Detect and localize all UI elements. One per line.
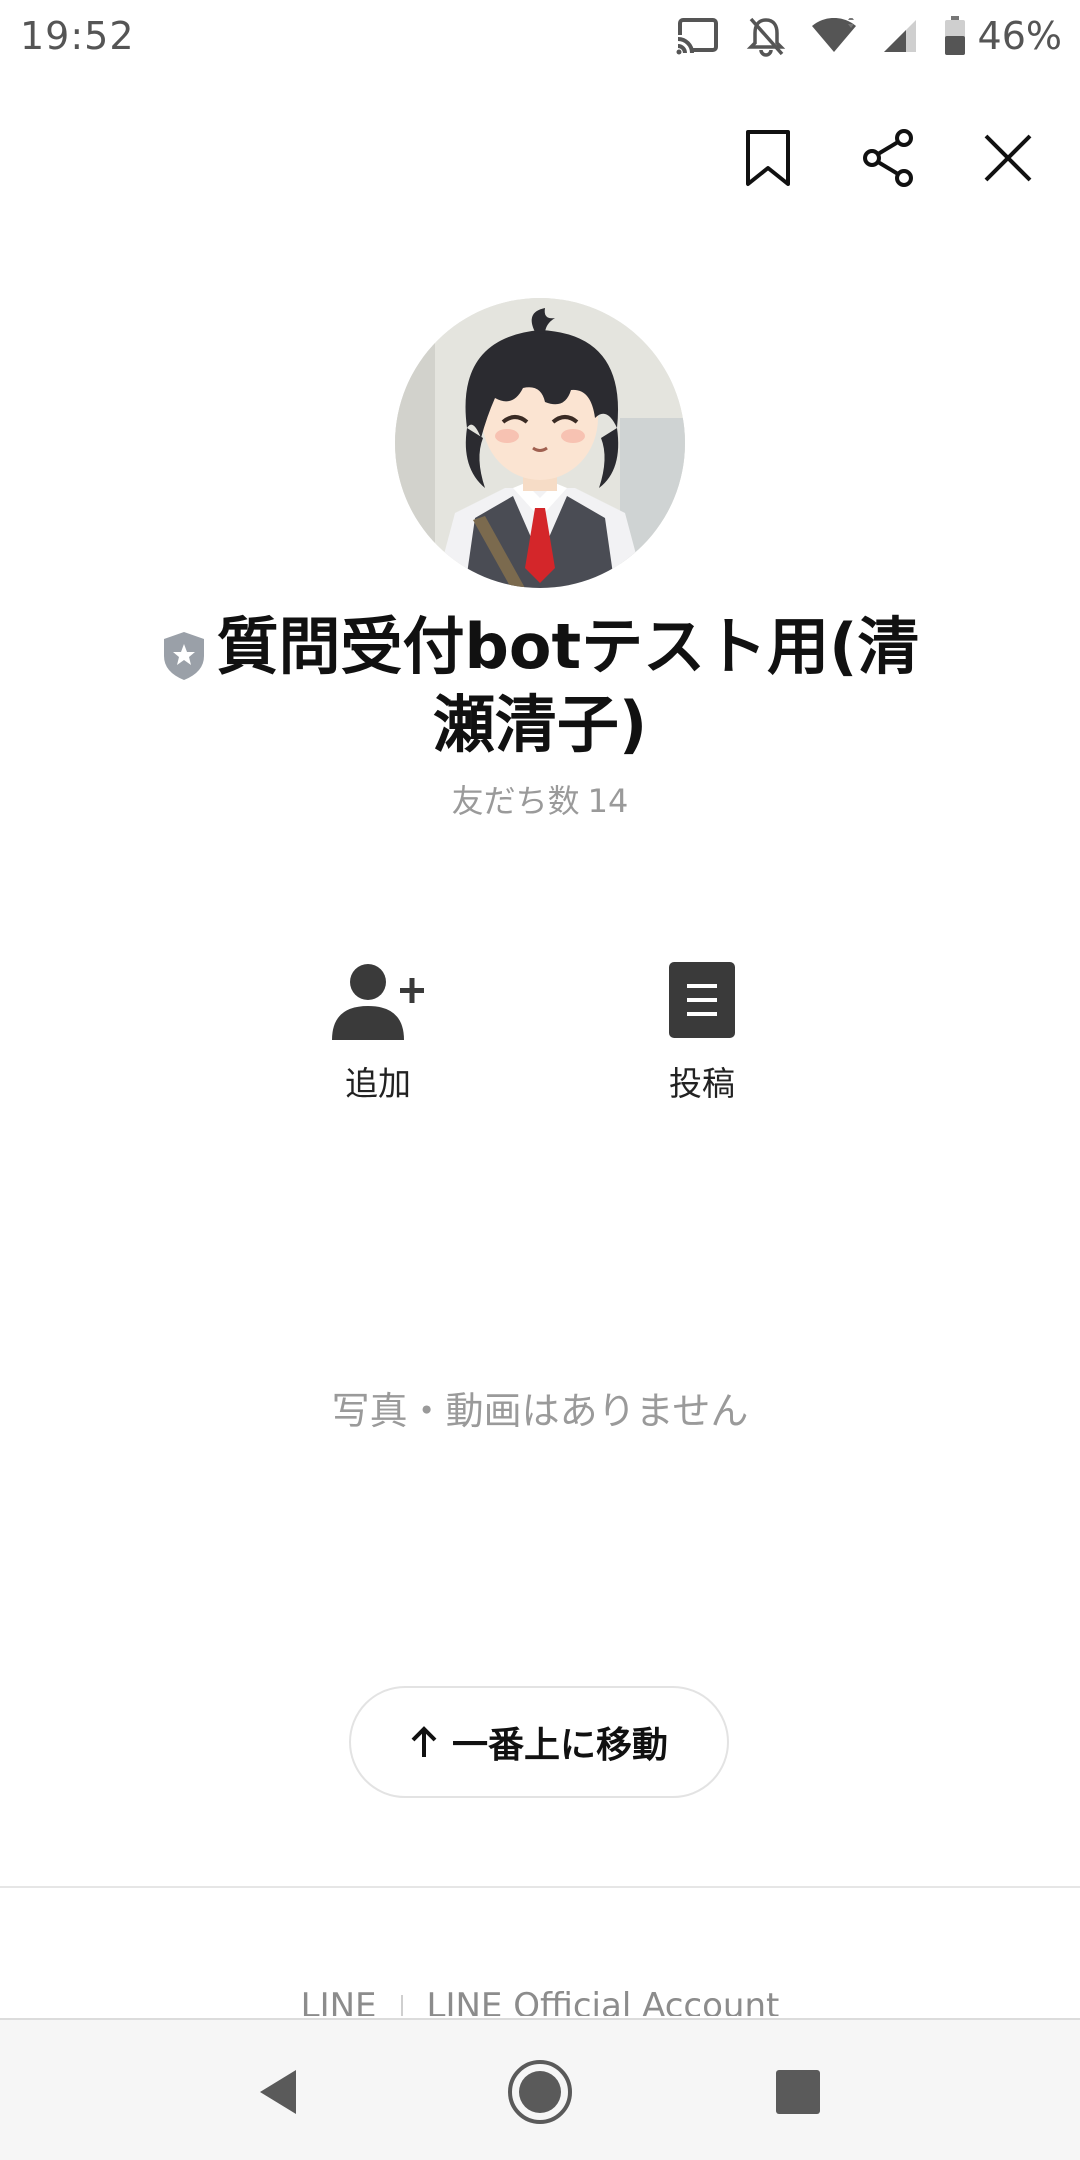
arrow-up-icon [411, 1726, 437, 1757]
friend-count: 友だち数 14 [0, 776, 1080, 822]
cell-signal-icon [883, 20, 916, 52]
official-shield-icon [163, 631, 204, 680]
footer-divider [0, 1886, 1080, 1888]
add-friend-label: 追加 [345, 1064, 411, 1103]
system-nav-bar [0, 2018, 1080, 2160]
posts-button[interactable]: 投稿 [602, 955, 802, 1105]
battery-percent: 46% [977, 14, 1062, 58]
nav-recents-button[interactable] [760, 2054, 836, 2130]
friend-count-value: 14 [587, 782, 629, 820]
profile-name: 質問受付botテスト用(清瀬清子) [216, 610, 920, 761]
posts-icon [669, 962, 735, 1038]
back-icon [260, 2070, 296, 2114]
nav-home-button[interactable] [502, 2054, 578, 2130]
add-friend-button[interactable]: 追加 [278, 955, 478, 1105]
posts-label: 投稿 [669, 1064, 735, 1103]
status-time: 19:52 [20, 14, 135, 58]
profile-avatar[interactable] [395, 298, 685, 588]
footer-links: LINE LINE Official Account [0, 1986, 1080, 2016]
bookmark-icon [746, 130, 790, 186]
status-icons: 46% [675, 12, 1062, 60]
empty-media-message: 写真・動画はありません [331, 1389, 749, 1433]
close-icon [984, 134, 1032, 182]
battery-icon [944, 16, 965, 55]
cast-icon [675, 18, 718, 55]
status-bar: 19:52 46% [0, 0, 1080, 72]
footer-separator [400, 1994, 403, 2016]
add-friend-icon [332, 964, 424, 1040]
avatar-illustration [395, 298, 685, 588]
close-button[interactable] [970, 120, 1046, 196]
share-icon [863, 129, 913, 187]
home-icon [508, 2060, 572, 2124]
bookmark-button[interactable] [730, 120, 806, 196]
recents-icon [776, 2070, 820, 2114]
friend-count-label: 友だち数 [451, 782, 580, 820]
share-button[interactable] [850, 120, 926, 196]
footer-link-line[interactable]: LINE [301, 1986, 377, 2016]
wifi-icon [811, 18, 856, 52]
nav-back-button[interactable] [240, 2054, 316, 2130]
scroll-to-top-label: 一番上に移動 [451, 1725, 668, 1766]
profile-name-block: 質問受付botテスト用(清瀬清子) [130, 612, 950, 760]
scroll-to-top-button[interactable]: 一番上に移動 [349, 1686, 729, 1798]
notifications-off-icon [746, 17, 785, 57]
footer-link-official-account[interactable]: LINE Official Account [427, 1986, 780, 2016]
